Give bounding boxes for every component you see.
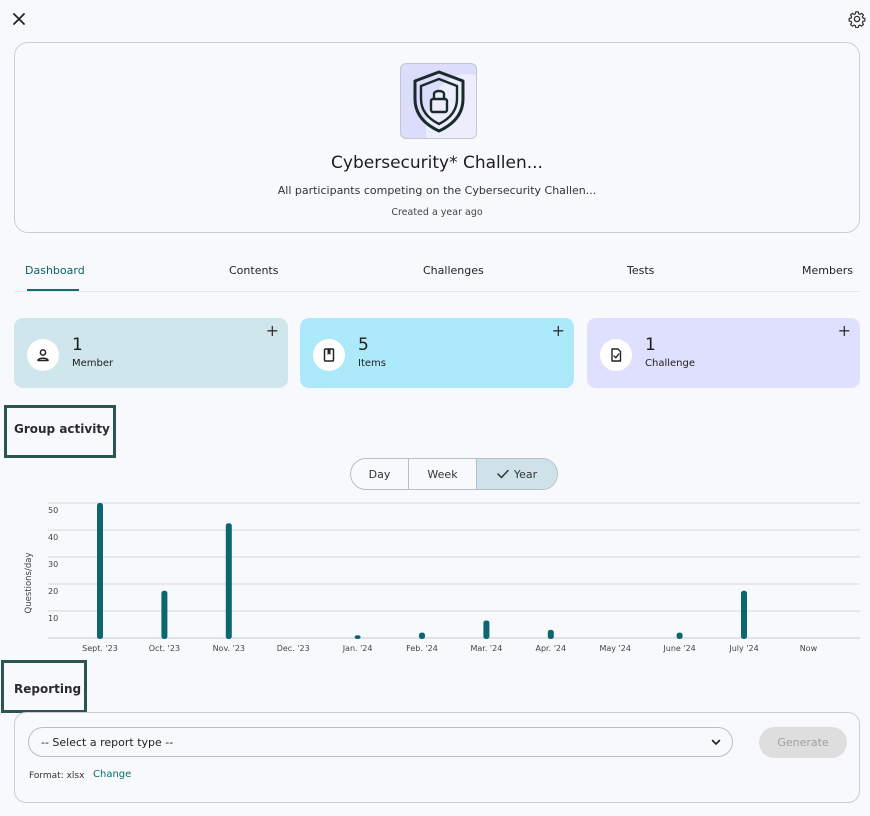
x-tick-label: June '24	[662, 644, 695, 653]
chart-bar[interactable]	[741, 590, 747, 639]
group-title: Cybersecurity* Challen...	[331, 153, 543, 173]
tab-contents[interactable]: Contents	[229, 264, 278, 277]
reporting-card: -- Select a report type -- Generate Form…	[14, 712, 860, 803]
x-tick-label: Sept. '23	[82, 644, 118, 653]
x-tick-label: May '24	[599, 644, 630, 653]
close-button[interactable]	[8, 8, 30, 30]
shield-lock-icon	[413, 70, 465, 133]
chart-bar[interactable]	[225, 523, 232, 639]
tab-challenges[interactable]: Challenges	[423, 264, 484, 277]
y-tick-label: 20	[48, 587, 58, 596]
chevron-down-icon	[711, 739, 721, 745]
group-description: All participants competing on the Cybers…	[277, 184, 597, 197]
tab-dashboard[interactable]: Dashboard	[25, 264, 85, 277]
format-label: Format: xlsx	[29, 771, 85, 781]
member-label: Member	[72, 358, 114, 369]
tab-tests[interactable]: Tests	[627, 264, 654, 277]
y-tick-label: 30	[48, 560, 58, 569]
active-tab-indicator	[27, 289, 79, 291]
chart-bar[interactable]	[547, 629, 554, 639]
items-count: 5	[358, 335, 369, 355]
stat-card-members[interactable]: 1 Member +	[14, 318, 288, 388]
x-tick-label: Feb. '24	[406, 644, 438, 653]
reporting-title: Reporting	[14, 682, 82, 696]
close-icon	[13, 13, 25, 25]
stat-card-challenges[interactable]: 1 Challenge +	[587, 318, 860, 388]
tab-members[interactable]: Members	[802, 264, 853, 277]
y-axis-label: Questions/day	[24, 553, 34, 614]
chart-bar[interactable]	[354, 635, 361, 639]
chart-bar[interactable]	[419, 632, 425, 639]
chart-bar[interactable]	[97, 503, 103, 639]
checklist-icon	[611, 348, 622, 362]
activity-chart: Questions/day 10 20 30 40 50 Sept. '23 Oct. '…	[24, 502, 860, 653]
group-created-date: Created a year ago	[391, 207, 483, 218]
challenge-label: Challenge	[645, 358, 695, 369]
report-type-select[interactable]: -- Select a report type --	[28, 727, 733, 757]
gear-icon	[848, 11, 866, 28]
x-tick-label: Apr. '24	[536, 644, 567, 653]
stat-card-items[interactable]: 5 Items +	[300, 318, 574, 388]
chart-bar[interactable]	[676, 632, 683, 639]
tab-bar: Dashboard Contents Challenges Tests Memb…	[14, 258, 860, 292]
y-tick-label: 50	[48, 506, 58, 515]
check-icon	[497, 469, 509, 479]
group-logo	[400, 63, 477, 139]
range-year-button[interactable]: Year	[477, 459, 557, 489]
add-challenge-button[interactable]: +	[838, 322, 851, 340]
chart-bar[interactable]	[483, 620, 490, 639]
change-format-link[interactable]: Change	[93, 769, 131, 780]
report-type-placeholder: -- Select a report type --	[41, 735, 174, 749]
add-member-button[interactable]: +	[266, 322, 279, 340]
y-tick-label: 10	[48, 614, 58, 623]
range-week-button[interactable]: Week	[409, 459, 477, 489]
chart-bar[interactable]	[161, 590, 168, 639]
x-tick-label: Mar. '24	[470, 644, 502, 653]
x-tick-label: Nov. '23	[213, 644, 245, 653]
book-icon	[323, 348, 335, 362]
group-activity-title: Group activity	[14, 422, 110, 436]
x-tick-label: Now	[800, 644, 818, 653]
add-item-button[interactable]: +	[552, 322, 565, 340]
x-tick-label: Oct. '23	[149, 644, 180, 653]
challenge-count: 1	[645, 335, 656, 355]
group-header-card: Cybersecurity* Challen... All participan…	[14, 42, 860, 233]
x-tick-label: July '24	[728, 644, 758, 653]
generate-button[interactable]: Generate	[759, 727, 847, 758]
x-tick-label: Jan. '24	[342, 644, 373, 653]
x-tick-label: Dec. '23	[277, 644, 310, 653]
settings-button[interactable]	[846, 8, 868, 30]
range-day-button[interactable]: Day	[351, 459, 409, 489]
range-year-label: Year	[513, 467, 538, 481]
items-label: Items	[358, 358, 386, 369]
person-icon	[37, 349, 49, 362]
range-toggle: Day Week Year	[350, 458, 558, 490]
member-count: 1	[72, 335, 83, 355]
y-tick-label: 40	[48, 533, 58, 542]
